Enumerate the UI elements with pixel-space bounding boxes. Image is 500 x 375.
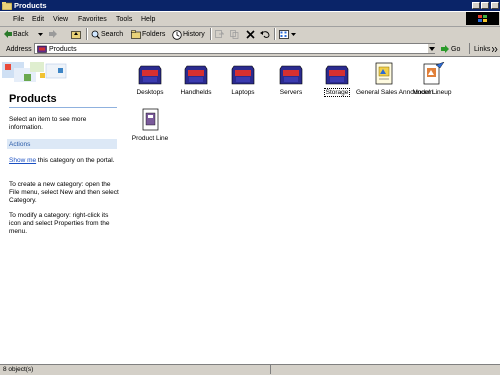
back-arrow-icon[interactable] (4, 30, 12, 38)
undo-icon[interactable] (260, 30, 270, 39)
copy-to-icon[interactable] (230, 30, 239, 39)
folders-button[interactable]: Folders (142, 30, 165, 39)
address-dropdown[interactable] (427, 44, 435, 53)
category-folder-icon (138, 65, 162, 85)
menu-edit[interactable]: Edit (32, 15, 44, 24)
menu-tools[interactable]: Tools (116, 15, 132, 24)
address-label: Address (6, 46, 32, 53)
maximize-button[interactable] (481, 2, 489, 9)
status-bar (0, 364, 500, 375)
address-separator (469, 43, 470, 54)
views-icon[interactable] (279, 30, 289, 39)
item-label: General Sales Announcem... (356, 89, 439, 96)
category-banner-graphic (0, 60, 74, 90)
item-label: Model Lineup (412, 89, 452, 96)
delete-icon[interactable] (246, 30, 255, 39)
toolbar-separator (274, 28, 276, 40)
document-icon (142, 108, 159, 131)
selection-prompt: Select an item to see more information. (9, 116, 87, 131)
toolbar-separator (86, 28, 88, 40)
move-to-icon[interactable] (215, 30, 224, 39)
category-folder-icon (325, 65, 349, 85)
address-value[interactable]: Products (49, 45, 77, 54)
category-folder-icon (231, 65, 255, 85)
status-separator (270, 365, 271, 374)
go-arrow-icon[interactable] (441, 45, 449, 53)
item-handhelds[interactable]: Handhelds (169, 62, 223, 112)
forward-arrow-icon[interactable] (49, 30, 57, 38)
menu-file[interactable]: File (13, 15, 24, 24)
show-me-link[interactable]: Show me (9, 157, 36, 164)
item-label: Laptops (231, 89, 255, 96)
item-laptops[interactable]: Laptops (216, 62, 270, 112)
up-folder-icon[interactable] (71, 30, 81, 39)
document-icon (375, 62, 393, 85)
item-product-line[interactable]: Product Line (123, 108, 177, 158)
object-count: 8 object(s) (3, 366, 34, 373)
item-label: Handhelds (180, 89, 212, 96)
toolbar-separator (210, 28, 212, 40)
menu-favorites[interactable]: Favorites (78, 15, 107, 24)
panel-title: Products (9, 93, 57, 105)
links-button[interactable]: Links (474, 45, 490, 54)
views-dropdown-icon[interactable] (291, 33, 296, 37)
create-category-help: To create a new category: open the File … (9, 181, 119, 204)
back-dropdown-icon[interactable] (38, 33, 43, 37)
windows-logo-icon (466, 12, 499, 25)
item-label: Product Line (131, 135, 169, 142)
address-field[interactable] (34, 43, 435, 54)
category-folder-icon (184, 65, 208, 85)
history-icon[interactable] (172, 30, 182, 40)
menu-help[interactable]: Help (141, 15, 155, 24)
menu-view[interactable]: View (53, 15, 68, 24)
minimize-button[interactable] (472, 2, 480, 9)
title-bar (0, 0, 500, 11)
document-icon (423, 62, 445, 85)
panel-divider (9, 107, 117, 108)
window-title: Products (14, 1, 47, 10)
back-button[interactable]: Back (13, 30, 29, 39)
search-button[interactable]: Search (101, 30, 123, 39)
chevron-down-icon (429, 47, 435, 51)
category-folder-icon (279, 65, 303, 85)
item-general-sales-announcements[interactable]: General Sales Announcem... (356, 62, 439, 112)
search-icon[interactable] (91, 30, 100, 39)
modify-category-help: To modify a category: right-click its ic… (9, 212, 110, 235)
actions-header: Actions (9, 141, 31, 148)
item-label: Storage (323, 88, 351, 97)
folder-icon (2, 2, 12, 10)
chevron-right-icon[interactable] (492, 47, 498, 52)
history-button[interactable]: History (183, 30, 205, 39)
menu-bar (0, 12, 500, 27)
go-button[interactable]: Go (451, 45, 460, 54)
show-me-rest: this category on the portal. (36, 157, 115, 164)
close-button[interactable] (491, 2, 499, 9)
folders-icon[interactable] (131, 30, 141, 39)
show-me-text: Show me this category on the portal. (9, 157, 119, 165)
products-folder-icon (37, 45, 47, 53)
item-model-lineup[interactable]: Model Lineup (405, 62, 459, 112)
